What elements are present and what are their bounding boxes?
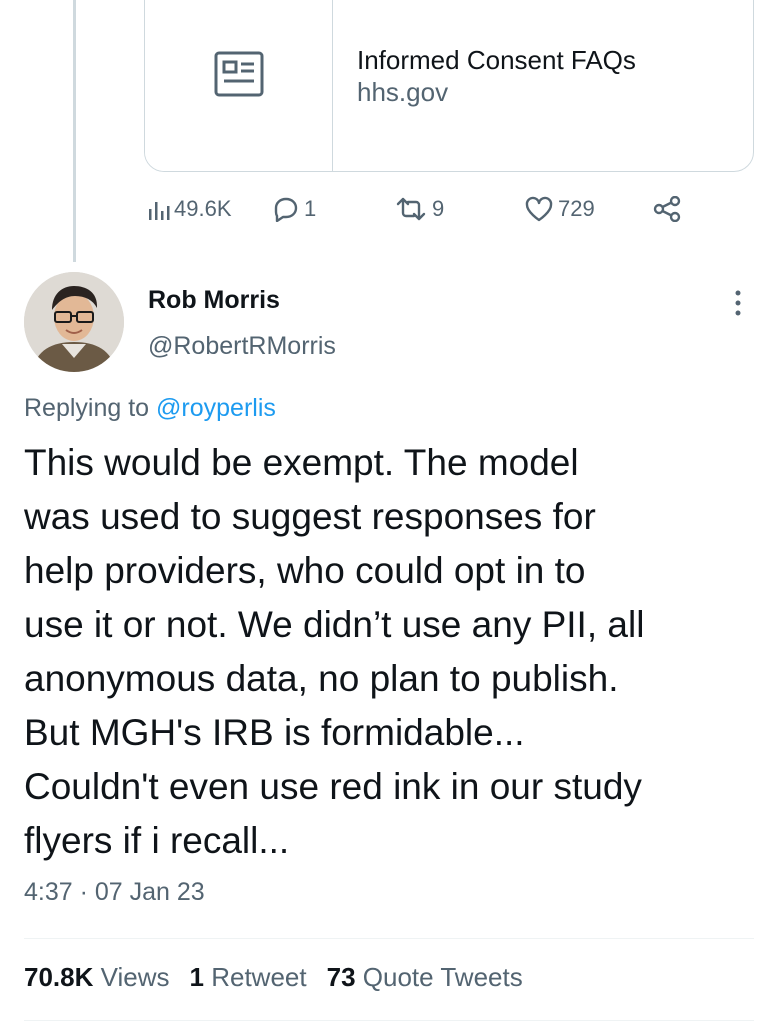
retweet-count: 9: [432, 196, 445, 221]
views-stat-label: Views: [100, 962, 170, 992]
reply-count: 1: [304, 196, 317, 221]
tweet-timestamp[interactable]: 4:37 · 07 Jan 23: [24, 878, 205, 907]
retweets-stat[interactable]: 1 Retweet: [190, 962, 307, 993]
retweet-button[interactable]: 9: [394, 196, 444, 222]
author-handle[interactable]: @RobertRMorris: [148, 332, 336, 361]
thread-connector-line: [73, 0, 76, 262]
views-stat: 70.8K Views: [24, 962, 170, 993]
share-button[interactable]: [652, 196, 682, 222]
link-card-meta: Informed Consent FAQs hhs.gov: [333, 0, 636, 171]
newspaper-icon: [214, 51, 264, 102]
link-card-domain: hhs.gov: [357, 77, 449, 107]
analytics-icon: [148, 197, 170, 221]
link-card-thumbnail: [145, 0, 333, 171]
quote-tweets-stat-label: Quote Tweets: [362, 962, 523, 992]
more-options-icon[interactable]: [728, 288, 748, 318]
replying-to-line: Replying to @royperlis: [24, 394, 276, 423]
tweet-stats: 70.8K Views 1 Retweet 73 Quote Tweets: [24, 962, 523, 993]
parent-tweet-actions: 49.6K 1 9 729: [148, 196, 688, 228]
views-stat-count: 70.8K: [24, 962, 94, 992]
quote-tweets-stat-count: 73: [326, 962, 356, 992]
retweets-stat-label: Retweet: [211, 962, 307, 992]
divider: [24, 1020, 754, 1021]
heart-icon: [524, 196, 554, 222]
link-card-title: Informed Consent FAQs: [357, 45, 636, 75]
tweet-text: This would be exempt. The model was used…: [24, 442, 645, 861]
views-button[interactable]: 49.6K: [148, 196, 232, 222]
reply-icon: [272, 196, 300, 222]
replying-to-mention[interactable]: @royperlis: [156, 394, 276, 422]
share-icon: [652, 196, 682, 222]
quote-tweets-stat[interactable]: 73 Quote Tweets: [327, 962, 523, 993]
avatar[interactable]: [24, 272, 124, 372]
replying-to-label: Replying to: [24, 394, 150, 422]
like-button[interactable]: 729: [524, 196, 595, 222]
like-count: 729: [558, 196, 595, 221]
retweets-stat-count: 1: [189, 962, 204, 992]
divider: [24, 938, 754, 939]
author-name[interactable]: Rob Morris: [148, 286, 280, 315]
views-count: 49.6K: [174, 196, 232, 221]
retweet-icon: [394, 196, 428, 222]
link-preview-card[interactable]: Informed Consent FAQs hhs.gov: [144, 0, 754, 172]
reply-button[interactable]: 1: [272, 196, 316, 222]
